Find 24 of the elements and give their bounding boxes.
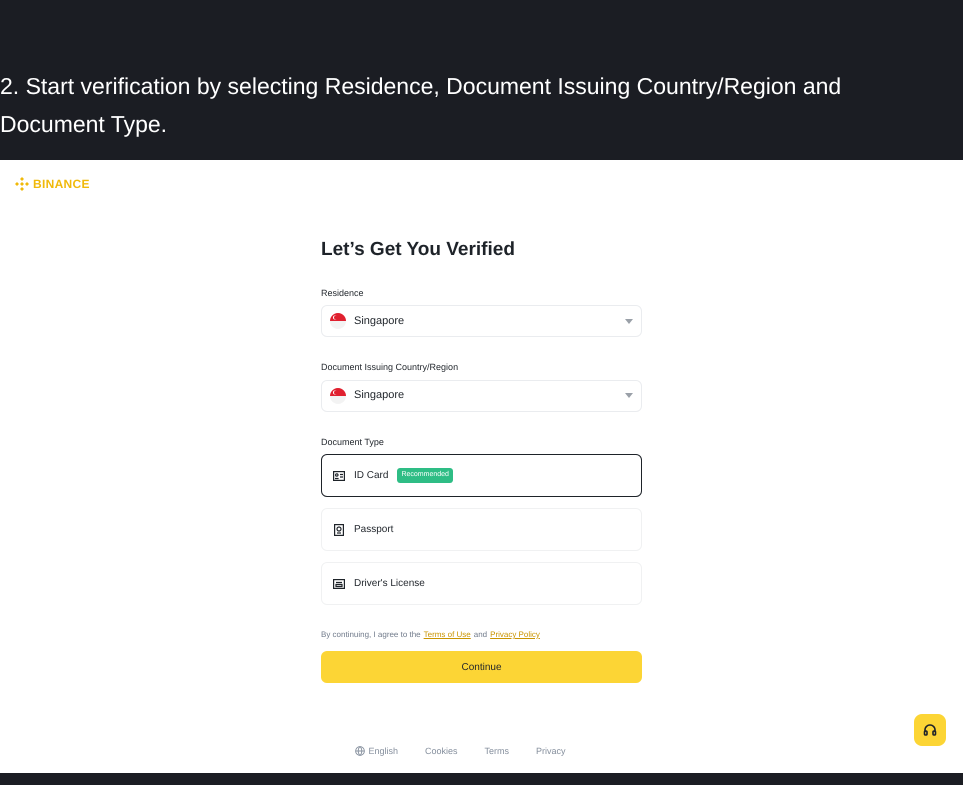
headset-icon <box>923 723 937 737</box>
field-label: Document Issuing Country/Region <box>321 361 460 374</box>
globe-icon <box>355 746 366 756</box>
caption: 2. Start verification by selecting Residence, Document Issuing Country/Region and Document Type. <box>0 72 842 139</box>
country-select[interactable]: Singapore <box>321 305 642 337</box>
id-card-icon <box>333 470 345 482</box>
field-label: Document Type <box>321 436 385 449</box>
passport-icon <box>333 524 345 536</box>
flag-icon <box>330 313 346 329</box>
agreement-text: and <box>474 629 488 641</box>
document-option[interactable]: Driver's License <box>321 562 642 605</box>
flag-icon <box>330 388 346 404</box>
country-select[interactable]: Singapore <box>321 380 642 412</box>
logo-text: BINANCE <box>33 176 90 193</box>
support-button[interactable] <box>914 714 946 746</box>
logo-icon <box>15 177 29 191</box>
page-title: Let’s Get You Verified <box>321 238 516 262</box>
license-icon <box>333 578 345 590</box>
caret-icon <box>625 318 633 324</box>
field-label: Residence <box>321 286 365 300</box>
document-option[interactable]: Passport <box>321 508 642 551</box>
caret-icon <box>625 393 633 398</box>
agreement-text: By continuing, I agree to the <box>321 629 421 641</box>
continue-button[interactable]: Continue <box>321 651 642 683</box>
